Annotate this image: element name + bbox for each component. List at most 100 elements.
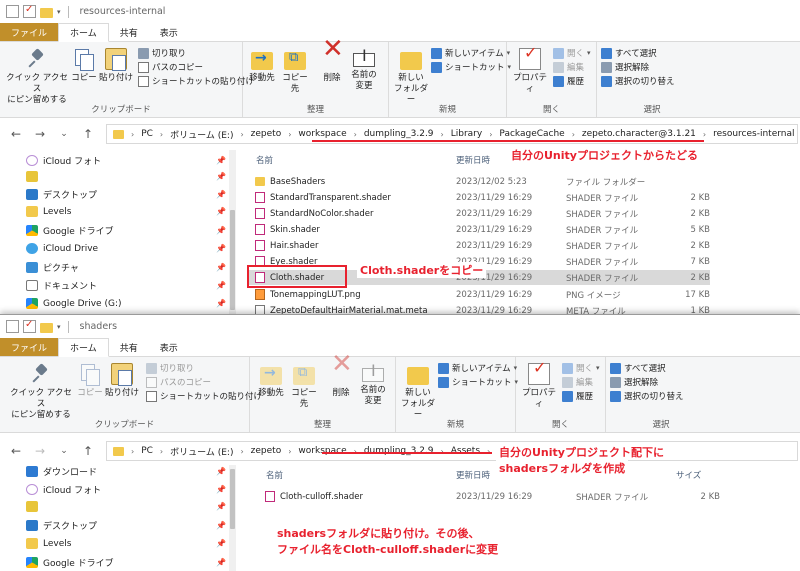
- file-row[interactable]: TonemappingLUT.png 2023/11/29 16:29 PNG イメ…: [248, 287, 710, 302]
- column-date[interactable]: 更新日時: [456, 154, 490, 166]
- forward-arrow-icon[interactable]: →: [34, 444, 46, 458]
- tab-view[interactable]: 表示: [149, 23, 189, 41]
- breadcrumb-zepeto[interactable]: zepeto: [251, 129, 282, 139]
- paste-shortcut-button[interactable]: ショートカットの貼り付け: [146, 390, 262, 402]
- file-row[interactable]: BaseShaders 2023/12/02 5:23 ファイル フォルダー: [248, 174, 710, 189]
- invert-selection-button[interactable]: 選択の切り替え: [610, 390, 684, 402]
- copy-path-button[interactable]: パスのコピー: [146, 376, 211, 388]
- breadcrumb-packagecache[interactable]: PackageCache: [499, 129, 564, 139]
- folder-icon[interactable]: [40, 7, 53, 18]
- document-icon[interactable]: [6, 5, 19, 18]
- cut-button[interactable]: 切り取り: [146, 362, 194, 374]
- tab-view[interactable]: 表示: [149, 338, 189, 356]
- new-item-button[interactable]: 新しいアイテム ▾: [431, 47, 510, 59]
- document-icon[interactable]: [6, 320, 19, 333]
- history-button[interactable]: 履歴: [553, 75, 584, 87]
- copy-button[interactable]: コピー: [70, 48, 98, 84]
- tab-share[interactable]: 共有: [109, 338, 149, 356]
- nav-item-google-drive[interactable]: Google ドライブ 📌: [26, 224, 226, 237]
- pin-quick-access-button[interactable]: クイック アクセス にピン留めする: [8, 363, 74, 421]
- tab-file[interactable]: ファイル: [0, 338, 59, 356]
- history-button[interactable]: 履歴: [562, 390, 593, 402]
- nav-item-google-drive-g[interactable]: Google Drive (G:) 📌: [26, 298, 226, 309]
- nav-item-icloud-drive[interactable]: iCloud Drive 📌: [26, 243, 226, 254]
- address-bar[interactable]: › PC › ボリューム (E:) › zepeto › workspace › dum…: [106, 441, 798, 461]
- file-row[interactable]: StandardTransparent.shader 2023/11/29 16:…: [248, 190, 710, 205]
- folder-icon[interactable]: [40, 322, 53, 333]
- breadcrumb-assets[interactable]: Assets: [451, 446, 480, 456]
- nav-item-google-drive[interactable]: Google ドライブ 📌: [26, 556, 226, 569]
- column-name[interactable]: 名前: [266, 469, 283, 481]
- move-to-button[interactable]: 移動先: [256, 363, 286, 399]
- nav-item-desktop[interactable]: デスクトップ 📌: [26, 188, 226, 201]
- easy-access-button[interactable]: ショートカット ▾: [431, 61, 511, 73]
- select-none-button[interactable]: 選択解除: [610, 376, 658, 388]
- copy-to-button[interactable]: コピー先: [288, 363, 320, 410]
- nav-item-icloud-photos[interactable]: iCloud フォト 📌: [26, 154, 226, 167]
- new-folder-button[interactable]: 新しい フォルダー: [393, 48, 429, 106]
- nav-item-shortcut[interactable]: 📌: [26, 501, 226, 512]
- select-all-button[interactable]: すべて選択: [610, 362, 666, 374]
- new-folder-button[interactable]: 新しい フォルダー: [400, 363, 436, 421]
- file-row[interactable]: StandardNoColor.shader 2023/11/29 16:29 SH…: [248, 206, 710, 221]
- easy-access-button[interactable]: ショートカット ▾: [438, 376, 518, 388]
- nav-scrollbar[interactable]: [229, 465, 236, 571]
- nav-item-levels[interactable]: Levels 📌: [26, 538, 226, 549]
- nav-item-icloud-photos[interactable]: iCloud フォト 📌: [26, 483, 226, 496]
- properties-check-icon[interactable]: [23, 4, 36, 18]
- column-size[interactable]: サイズ: [676, 469, 701, 481]
- properties-check-icon[interactable]: [23, 319, 36, 333]
- breadcrumb-volume[interactable]: ボリューム (E:): [170, 445, 233, 458]
- nav-item-documents[interactable]: ドキュメント 📌: [26, 279, 226, 292]
- breadcrumb-library[interactable]: Library: [451, 129, 482, 139]
- nav-item-shortcut[interactable]: 📌: [26, 171, 226, 182]
- paste-shortcut-button[interactable]: ショートカットの貼り付け: [138, 75, 254, 87]
- back-arrow-icon[interactable]: ←: [10, 444, 22, 458]
- breadcrumb-dumpling[interactable]: dumpling_3.2.9: [364, 446, 434, 456]
- pin-quick-access-button[interactable]: クイック アクセス にピン留めする: [4, 48, 70, 106]
- delete-button[interactable]: 削除: [319, 44, 345, 84]
- nav-scrollbar-thumb[interactable]: [230, 210, 235, 310]
- up-arrow-icon[interactable]: ↑: [82, 444, 94, 458]
- quick-access-dropdown-icon[interactable]: ▾: [57, 8, 61, 16]
- breadcrumb-resources-internal[interactable]: resources-internal: [713, 129, 794, 139]
- nav-scrollbar-thumb[interactable]: [230, 469, 235, 529]
- edit-button[interactable]: 編集: [562, 376, 593, 388]
- rename-button[interactable]: 名前の 変更: [347, 48, 381, 92]
- recent-dropdown-icon[interactable]: ⌄: [58, 446, 70, 456]
- move-to-button[interactable]: 移動先: [247, 48, 277, 84]
- cut-button[interactable]: 切り取り: [138, 47, 186, 59]
- invert-selection-button[interactable]: 選択の切り替え: [601, 75, 675, 87]
- select-all-button[interactable]: すべて選択: [601, 47, 657, 59]
- breadcrumb-pc[interactable]: PC: [141, 446, 153, 456]
- paste-button[interactable]: 貼り付け: [98, 48, 134, 84]
- breadcrumb-workspace[interactable]: workspace: [298, 446, 346, 456]
- tab-home[interactable]: ホーム: [58, 338, 109, 357]
- tab-home[interactable]: ホーム: [58, 23, 109, 42]
- edit-button[interactable]: 編集: [553, 61, 584, 73]
- open-button[interactable]: 開く ▾: [562, 362, 600, 374]
- copy-path-button[interactable]: パスのコピー: [138, 61, 203, 73]
- delete-button[interactable]: 削除: [328, 359, 354, 399]
- nav-item-downloads[interactable]: ダウンロード 📌: [26, 465, 226, 478]
- copy-button[interactable]: コピー: [76, 363, 104, 399]
- nav-item-pictures[interactable]: ピクチャ 📌: [26, 261, 226, 274]
- breadcrumb-dumpling[interactable]: dumpling_3.2.9: [364, 129, 434, 139]
- new-item-button[interactable]: 新しいアイテム ▾: [438, 362, 517, 374]
- properties-button[interactable]: プロパティ: [511, 47, 549, 95]
- breadcrumb-pc[interactable]: PC: [141, 129, 153, 139]
- back-arrow-icon[interactable]: ←: [10, 127, 22, 141]
- tab-share[interactable]: 共有: [109, 23, 149, 41]
- file-row[interactable]: Hair.shader 2023/11/29 16:29 SHADER ファイル 2 …: [248, 238, 710, 253]
- column-date[interactable]: 更新日時: [456, 469, 490, 481]
- quick-access-dropdown-icon[interactable]: ▾: [57, 323, 61, 331]
- properties-button[interactable]: プロパティ: [520, 362, 558, 410]
- up-arrow-icon[interactable]: ↑: [82, 127, 94, 141]
- column-name[interactable]: 名前: [256, 154, 273, 166]
- nav-scrollbar[interactable]: [229, 150, 236, 320]
- nav-item-levels[interactable]: Levels 📌: [26, 206, 226, 217]
- tab-file[interactable]: ファイル: [0, 23, 59, 41]
- nav-item-desktop[interactable]: デスクトップ 📌: [26, 519, 226, 532]
- breadcrumb-zepeto-character[interactable]: zepeto.character@3.1.21: [582, 129, 696, 139]
- copy-to-button[interactable]: コピー先: [279, 48, 311, 95]
